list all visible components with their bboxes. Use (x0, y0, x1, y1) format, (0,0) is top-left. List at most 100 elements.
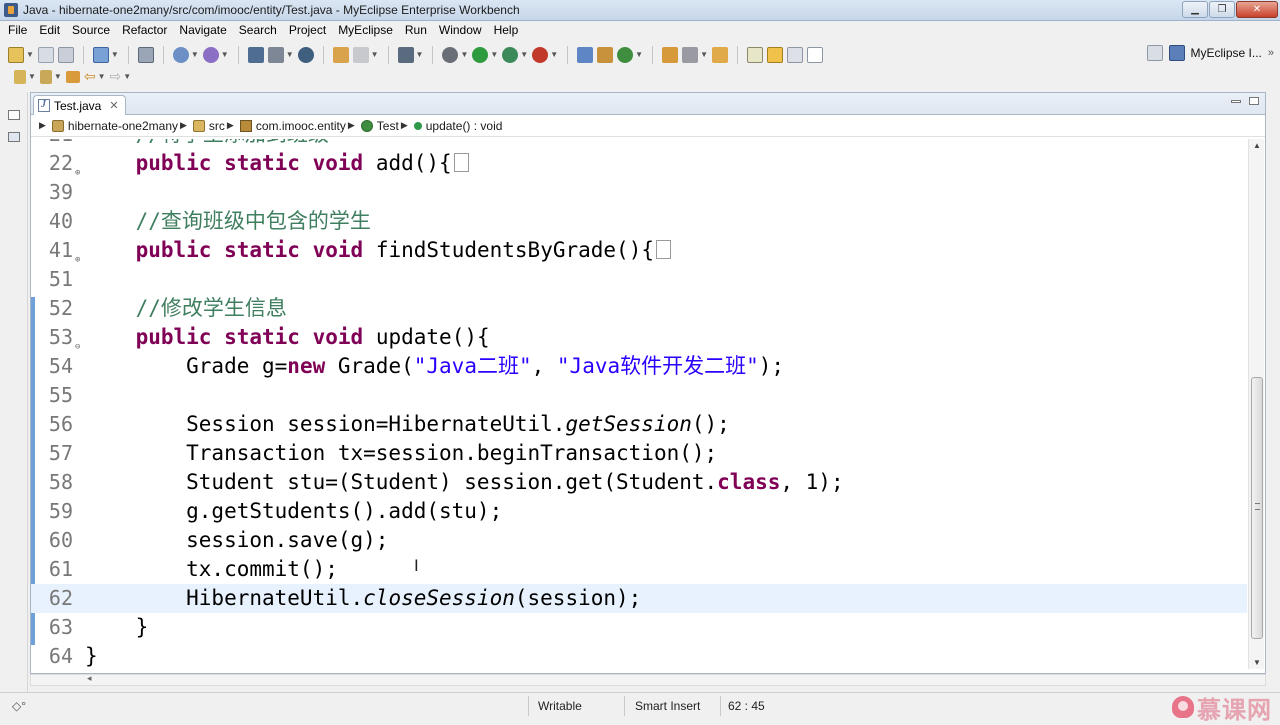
print-icon[interactable] (57, 46, 74, 63)
restore-view-icon[interactable] (8, 110, 20, 120)
code-line[interactable]: 64} (31, 642, 1247, 669)
code-line[interactable]: 53 ⊖ public static void update(){ (31, 323, 1247, 352)
tab-test-java[interactable]: Test.java ✕ (33, 95, 126, 115)
menu-item-edit[interactable]: Edit (33, 21, 66, 40)
menu-item-project[interactable]: Project (283, 21, 332, 40)
chevron-down-icon[interactable]: ▼ (371, 50, 379, 59)
fast-view-icon[interactable]: ◇° (12, 699, 26, 713)
open-perspective-icon[interactable] (1146, 45, 1163, 61)
code-line[interactable]: 58 Student stu=(Student) session.get(Stu… (31, 468, 1247, 497)
chevron-right-icon[interactable]: ▶ (39, 120, 46, 131)
restore-button[interactable]: ❐ (1209, 1, 1235, 18)
scroll-down-icon[interactable]: ▼ (1253, 658, 1261, 667)
debug-icon[interactable] (442, 46, 459, 63)
chevron-down-icon[interactable]: ▼ (490, 50, 498, 59)
chevron-down-icon[interactable]: ▼ (26, 50, 34, 59)
menu-item-help[interactable]: Help (488, 21, 525, 40)
settings-icon[interactable] (352, 46, 369, 63)
code-line[interactable]: 51 (31, 265, 1247, 294)
search-icon[interactable] (202, 46, 219, 63)
code-line[interactable]: 39 (31, 178, 1247, 207)
chevron-down-icon[interactable]: ▼ (111, 50, 119, 59)
forward-icon[interactable]: ⇨ (110, 68, 122, 85)
menu-item-run[interactable]: Run (399, 21, 433, 40)
last-edit-icon[interactable] (65, 70, 80, 83)
chevron-right-icon[interactable]: ▶ (401, 120, 408, 131)
menu-item-search[interactable]: Search (233, 21, 283, 40)
vertical-scrollbar[interactable]: ▲ ▼ (1248, 139, 1264, 669)
breadcrumb-src[interactable]: src (192, 119, 225, 133)
chevron-right-icon[interactable]: ▶ (227, 120, 234, 131)
code-line[interactable]: 22 ⊕ public static void add(){ (31, 149, 1247, 178)
breadcrumb-method[interactable]: update() : void (413, 119, 502, 133)
lock-icon[interactable] (137, 46, 154, 63)
open-type-icon[interactable] (172, 46, 189, 63)
globe-icon[interactable] (297, 46, 314, 63)
chevron-right-icon[interactable]: ▶ (348, 120, 355, 131)
database-icon[interactable] (267, 46, 284, 63)
code-line[interactable]: 59 g.getStudents().add(stu); (31, 497, 1247, 526)
pen-icon[interactable] (682, 46, 699, 63)
bookmark-icon[interactable] (711, 46, 728, 63)
chevron-right-icon[interactable]: ▶ (180, 120, 187, 131)
run-last-icon[interactable] (502, 46, 519, 63)
chevron-down-icon[interactable]: ▼ (221, 50, 229, 59)
scroll-left-icon[interactable]: ◂ (87, 673, 92, 684)
code-line[interactable]: 63 } (31, 613, 1247, 642)
chevron-down-icon[interactable]: ▼ (191, 50, 199, 59)
new-java-icon[interactable] (617, 46, 634, 63)
whitespace-icon[interactable] (806, 46, 823, 63)
chevron-down-icon[interactable]: ▼ (460, 50, 468, 59)
deploy-icon[interactable] (247, 46, 264, 63)
menu-item-navigate[interactable]: Navigate (173, 21, 232, 40)
code-line[interactable]: 54 Grade g=new Grade("Java二班", "Java软件开发… (31, 352, 1247, 381)
menu-item-refactor[interactable]: Refactor (116, 21, 173, 40)
new-icon[interactable] (8, 46, 24, 63)
run-icon[interactable] (472, 46, 489, 63)
block-select-icon[interactable] (786, 46, 803, 63)
menu-item-window[interactable]: Window (433, 21, 488, 40)
perspective-icon[interactable] (1168, 45, 1185, 61)
chevron-down-icon[interactable]: ▼ (550, 50, 558, 59)
chevron-down-icon[interactable]: ▼ (123, 72, 131, 81)
chevron-down-icon[interactable]: ▼ (520, 50, 528, 59)
menu-item-file[interactable]: File (2, 21, 33, 40)
folded-code-box[interactable] (655, 240, 671, 259)
back-icon[interactable]: ⇦ (84, 68, 96, 85)
next-annotation-icon[interactable] (14, 69, 26, 84)
code-line[interactable]: 57 Transaction tx=session.beginTransacti… (31, 439, 1247, 468)
scrollbar-thumb[interactable] (1251, 377, 1263, 639)
new-package-icon[interactable] (577, 46, 594, 63)
monitor-icon[interactable] (397, 46, 414, 63)
scroll-up-icon[interactable]: ▲ (1253, 141, 1261, 150)
image-icon[interactable] (332, 46, 349, 63)
code-line[interactable]: 21 //将学生添加到班级 (31, 139, 1247, 149)
maximize-icon[interactable] (1249, 97, 1259, 105)
code-line[interactable]: 41 ⊕ public static void findStudentsByGra… (31, 236, 1247, 265)
minimize-icon[interactable] (1231, 100, 1241, 103)
chevron-down-icon[interactable]: ▼ (98, 72, 106, 81)
code-line[interactable]: 56 Session session=HibernateUtil.getSess… (31, 410, 1247, 439)
chevron-down-icon[interactable]: ▼ (286, 50, 294, 59)
code-editor[interactable]: 21 //将学生添加到班级22⊕ public static void add(… (31, 139, 1247, 669)
code-line[interactable]: 61 tx.commit(); (31, 555, 1247, 584)
highlight-icon[interactable] (766, 46, 783, 63)
code-line[interactable]: 52 //修改学生信息 (31, 294, 1247, 323)
menu-item-myeclipse[interactable]: MyEclipse (332, 21, 399, 40)
code-line[interactable]: 62 HibernateUtil.closeSession(session); (31, 584, 1247, 613)
new-class-icon[interactable] (597, 46, 614, 63)
external-tools-icon[interactable] (532, 46, 549, 63)
chevron-right-icon[interactable]: » (1268, 47, 1274, 59)
folded-code-box[interactable] (453, 153, 469, 172)
minimize-button[interactable]: ▁ (1182, 1, 1208, 18)
toggle-icon[interactable] (746, 46, 763, 63)
code-line[interactable]: 60 session.save(g); (31, 526, 1247, 555)
open-task-icon[interactable] (662, 46, 679, 63)
server-icon[interactable] (92, 46, 109, 63)
horizontal-scrollbar[interactable]: ◂ (30, 673, 1266, 686)
package-explorer-icon[interactable] (8, 132, 20, 142)
code-line[interactable]: 40 //查询班级中包含的学生 (31, 207, 1247, 236)
chevron-down-icon[interactable]: ▼ (700, 50, 708, 59)
close-button[interactable]: ✕ (1236, 1, 1278, 18)
close-icon[interactable]: ✕ (109, 99, 118, 112)
